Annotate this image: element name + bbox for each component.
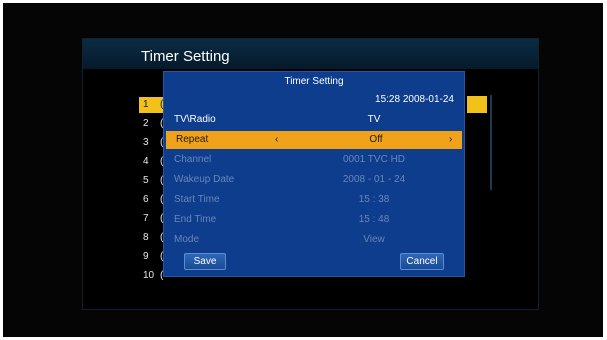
repeat-row[interactable]: Repeat ‹ Off › — [166, 131, 462, 149]
page-title: Timer Setting — [141, 48, 230, 65]
start-time-row[interactable]: Start Time 15 : 38 — [164, 191, 464, 209]
dialog-title: Timer Setting — [284, 76, 344, 87]
cancel-button[interactable]: Cancel — [400, 253, 444, 270]
mode-row[interactable]: Mode View — [164, 231, 464, 249]
tv-radio-row[interactable]: TV\Radio TV — [164, 111, 464, 129]
channel-value: 0001 TVC HD — [342, 154, 406, 165]
start-time-value: 15 : 38 — [358, 194, 390, 205]
channel-label: Channel — [174, 154, 212, 165]
current-datetime: 15:28 2008-01-24 — [375, 94, 454, 105]
wakeup-date-label: Wakeup Date — [174, 174, 235, 185]
end-time-label: End Time — [174, 214, 217, 225]
selected-row-marker — [467, 96, 487, 113]
list-scrollbar[interactable] — [490, 95, 492, 190]
wakeup-date-row[interactable]: Wakeup Date 2008 - 01 - 24 — [164, 171, 464, 189]
repeat-value: Off — [369, 134, 383, 145]
mode-label: Mode — [174, 234, 200, 245]
tv-screen: Timer Setting 1 ( 2 ( 3 ( 4 ( 5 ( 6 ( 7 … — [3, 3, 603, 337]
end-time-row[interactable]: End Time 15 : 48 — [164, 211, 464, 229]
start-time-label: Start Time — [174, 194, 220, 205]
mode-value: View — [363, 234, 385, 245]
wakeup-date-value: 2008 - 01 - 24 — [342, 174, 406, 185]
timer-list-header: Timer Setting — [83, 39, 538, 69]
tv-radio-value: TV — [367, 114, 381, 125]
end-time-value: 15 : 48 — [358, 214, 390, 225]
timer-setting-dialog: Timer Setting 15:28 2008-01-24 TV\Radio … — [163, 71, 465, 277]
repeat-label: Repeat — [176, 134, 209, 145]
save-button[interactable]: Save — [184, 253, 226, 270]
tv-radio-label: TV\Radio — [174, 114, 216, 125]
chevron-right-icon[interactable]: › — [449, 131, 452, 149]
chevron-left-icon[interactable]: ‹ — [275, 131, 278, 149]
channel-row[interactable]: Channel 0001 TVC HD — [164, 151, 464, 169]
